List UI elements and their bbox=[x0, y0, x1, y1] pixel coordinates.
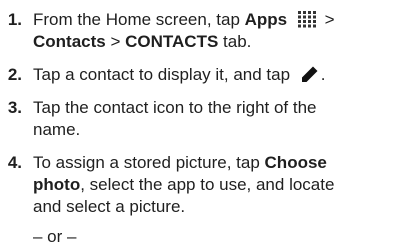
contacts-tab-label: CONTACTS bbox=[125, 32, 219, 51]
step-text-part: To assign a stored picture, tap bbox=[33, 153, 265, 172]
separator: > bbox=[324, 10, 335, 29]
step-line: Contacts > CONTACTS tab. bbox=[33, 31, 388, 53]
apps-label: Apps bbox=[244, 10, 288, 29]
grid-dot bbox=[312, 24, 316, 28]
step-line: From the Home screen, tap Apps > bbox=[33, 9, 388, 31]
grid-dot bbox=[307, 15, 311, 19]
apps-grid-icon bbox=[297, 11, 316, 28]
grid-dot bbox=[297, 24, 301, 28]
step-text-part: , select the app to use, and locate bbox=[80, 175, 335, 194]
step-number: 2. bbox=[7, 65, 22, 84]
step-line: and select a picture. bbox=[33, 197, 186, 216]
step-text: Tap the contact icon to the right of the… bbox=[33, 97, 388, 141]
grid-dot bbox=[307, 11, 311, 14]
step-line: Tap a contact to display it, and tap . bbox=[33, 64, 388, 86]
grid-dot bbox=[302, 11, 306, 14]
grid-dot bbox=[297, 20, 301, 23]
contacts-label: Contacts bbox=[33, 32, 106, 51]
step-text-part: tab. bbox=[218, 32, 252, 51]
grid-dot bbox=[312, 15, 316, 19]
grid-dot bbox=[297, 15, 301, 19]
step-text: To assign a stored picture, tap Choose p… bbox=[33, 152, 388, 218]
step-line: Tap the contact icon to the right of the bbox=[33, 98, 317, 117]
grid-dot bbox=[307, 20, 311, 23]
pencil-edit-icon bbox=[301, 66, 318, 82]
step-text-part: Tap a contact to display it, and tap bbox=[33, 65, 295, 84]
grid-dot bbox=[302, 20, 306, 23]
step-line: photo, select the app to use, and locate bbox=[33, 174, 388, 196]
step-text: From the Home screen, tap Apps > Contact… bbox=[33, 9, 388, 53]
separator: > bbox=[105, 32, 126, 51]
choose-label: Choose bbox=[264, 153, 327, 172]
or-separator: – or – bbox=[33, 227, 77, 246]
grid-dot bbox=[307, 24, 311, 28]
step-text: Tap a contact to display it, and tap . bbox=[33, 64, 388, 86]
step-number: 4. bbox=[7, 153, 22, 172]
step-text-part: From the Home screen, tap bbox=[33, 10, 245, 29]
grid-dot bbox=[302, 24, 306, 28]
step-text-part: . bbox=[320, 65, 326, 84]
step-line: name. bbox=[33, 120, 81, 139]
photo-label: photo bbox=[33, 175, 81, 194]
step-number: 3. bbox=[7, 98, 22, 117]
grid-dot bbox=[312, 11, 316, 14]
step-number: 1. bbox=[7, 10, 22, 29]
grid-dot bbox=[312, 20, 316, 23]
step-line: To assign a stored picture, tap Choose bbox=[33, 152, 388, 174]
grid-dot bbox=[302, 15, 306, 19]
grid-dot bbox=[297, 11, 301, 14]
instructions-document: 1. From the Home screen, tap Apps > Cont… bbox=[0, 0, 394, 250]
